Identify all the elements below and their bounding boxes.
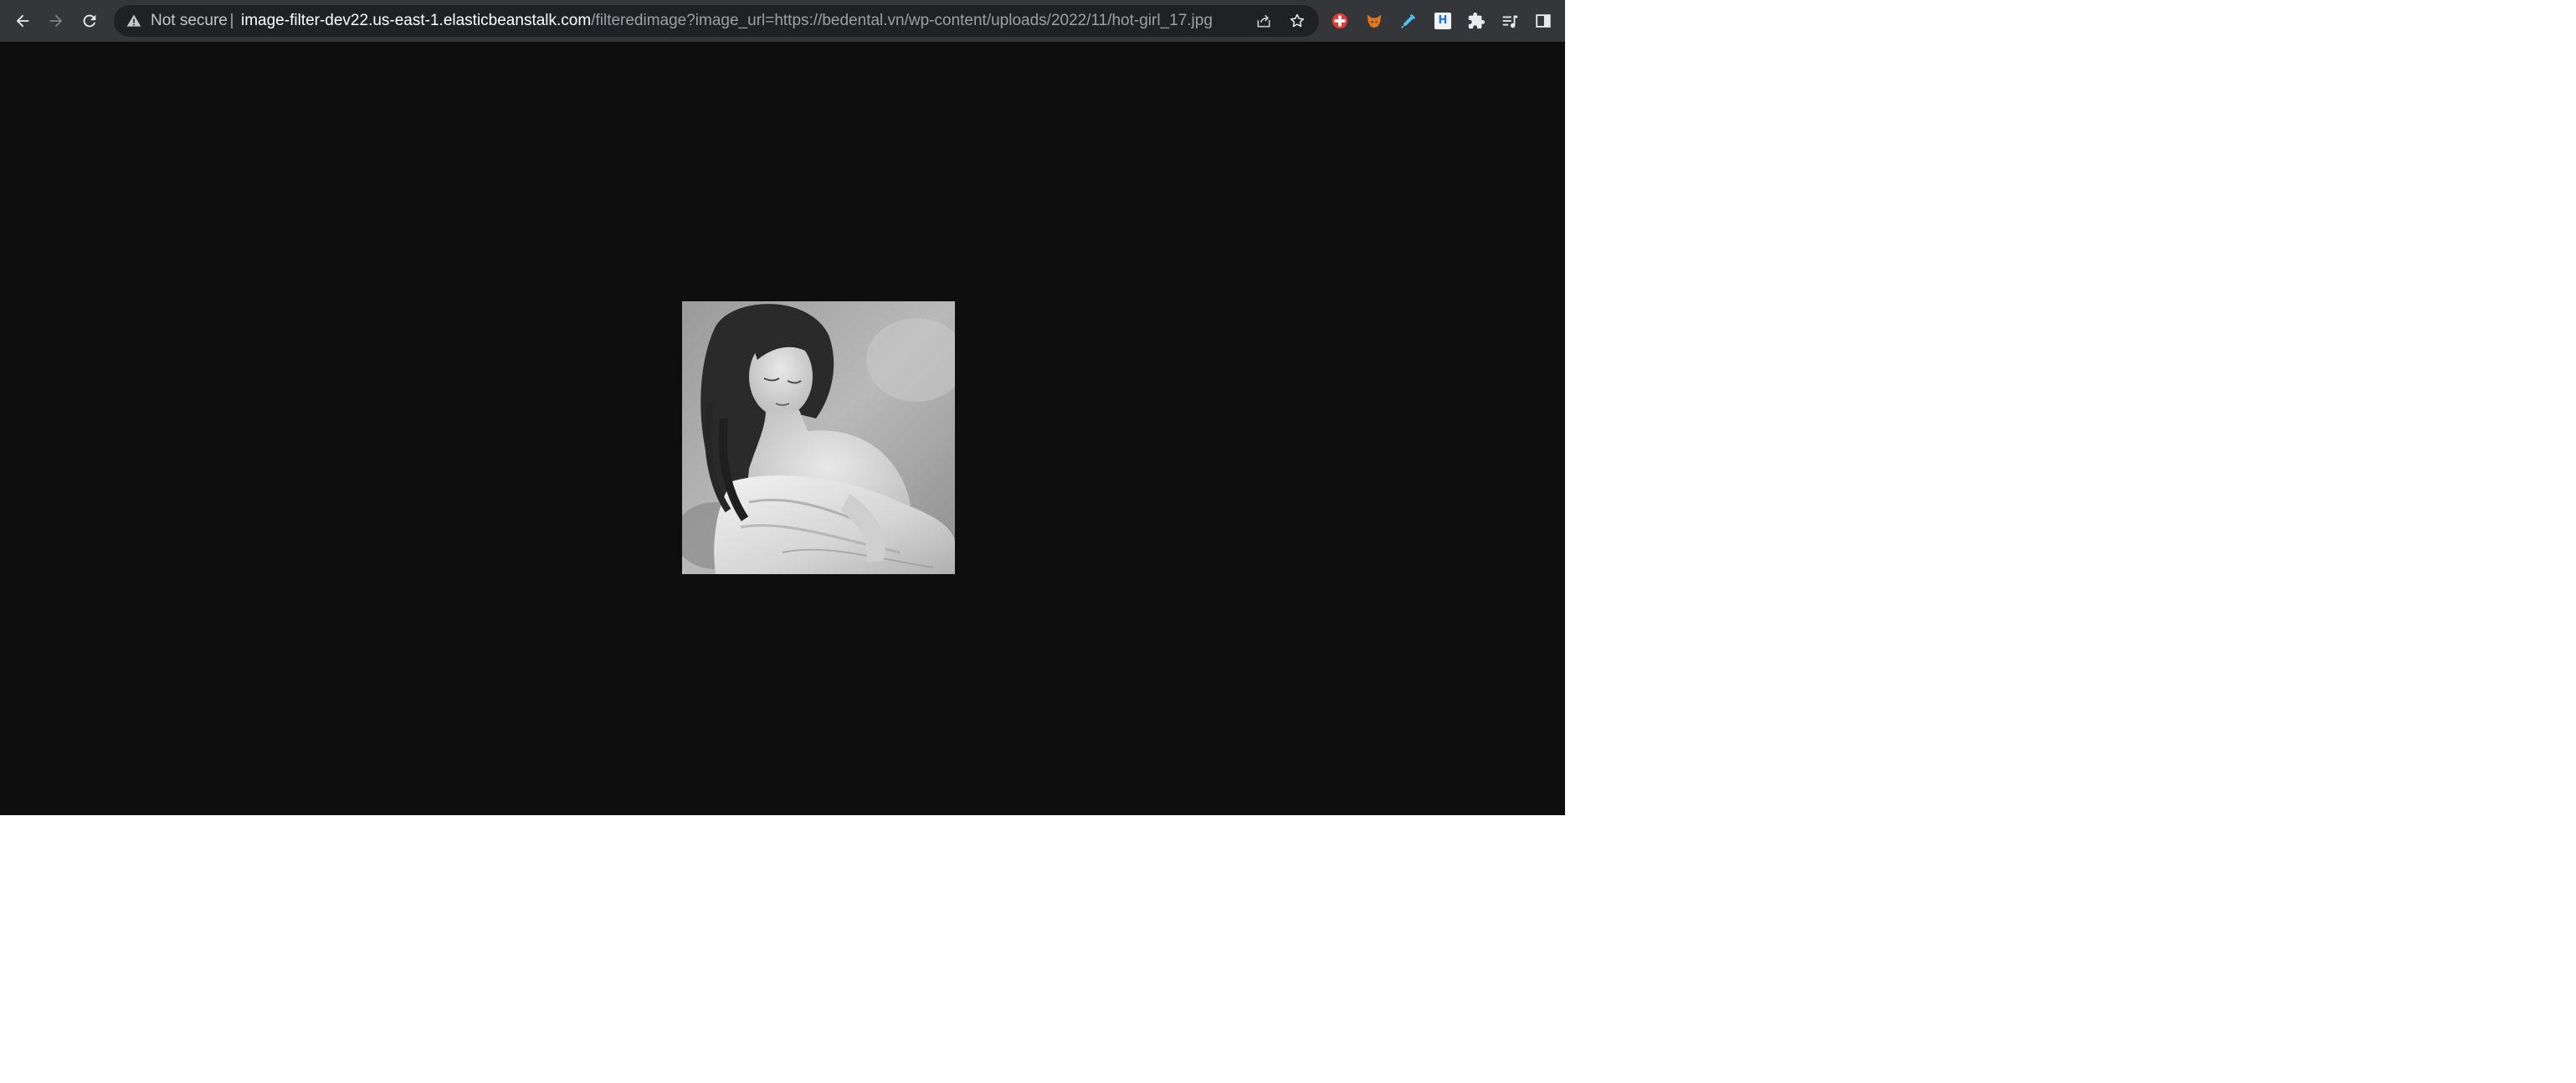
media-control-button[interactable] bbox=[1498, 9, 1521, 33]
not-secure-label[interactable]: Not secure bbox=[151, 5, 228, 37]
browser-toolbar: Not secure image-filter-dev22.us-east-1.… bbox=[0, 0, 1565, 42]
h-extension-icon: H bbox=[1434, 13, 1451, 29]
puzzle-extensions-icon bbox=[1468, 12, 1486, 29]
omnibox-divider bbox=[231, 13, 233, 28]
extensions-menu-button[interactable] bbox=[1465, 9, 1488, 33]
back-arrow-icon bbox=[16, 14, 29, 28]
url-host: image-filter-dev22.us-east-1.elasticbean… bbox=[241, 12, 592, 29]
fox-extension-button[interactable] bbox=[1362, 9, 1386, 33]
warning-triangle-icon[interactable] bbox=[126, 13, 142, 29]
url-text[interactable]: image-filter-dev22.us-east-1.elasticbean… bbox=[241, 5, 1213, 37]
dropper-extension-button[interactable] bbox=[1397, 9, 1420, 33]
media-control-icon bbox=[1502, 15, 1518, 28]
back-button[interactable] bbox=[8, 6, 38, 36]
forward-button[interactable] bbox=[41, 6, 71, 36]
bookmark-button[interactable] bbox=[1287, 11, 1307, 31]
red-cross-extension-button[interactable] bbox=[1328, 9, 1352, 33]
bookmark-star-icon bbox=[1290, 13, 1305, 28]
dropper-extension-icon bbox=[1401, 13, 1416, 28]
forward-arrow-icon bbox=[49, 14, 63, 28]
grayscale-photo-illustration bbox=[682, 301, 955, 574]
url-path: /filteredimage?image_url=https://bedenta… bbox=[591, 12, 1213, 29]
share-button[interactable] bbox=[1254, 11, 1274, 31]
reload-button[interactable] bbox=[74, 6, 105, 36]
side-panel-icon bbox=[1536, 14, 1551, 28]
side-panel-button[interactable] bbox=[1532, 9, 1555, 33]
reload-icon bbox=[83, 14, 96, 28]
page-viewport bbox=[0, 42, 1565, 815]
share-icon bbox=[1257, 14, 1270, 28]
browser-window: Not secure image-filter-dev22.us-east-1.… bbox=[0, 0, 1565, 815]
address-bar[interactable]: Not secure image-filter-dev22.us-east-1.… bbox=[114, 5, 1319, 37]
h-extension-button[interactable]: H bbox=[1431, 9, 1455, 33]
fox-extension-icon bbox=[1367, 14, 1382, 28]
red-cross-extension-icon bbox=[1332, 13, 1348, 29]
filtered-image bbox=[682, 301, 955, 574]
